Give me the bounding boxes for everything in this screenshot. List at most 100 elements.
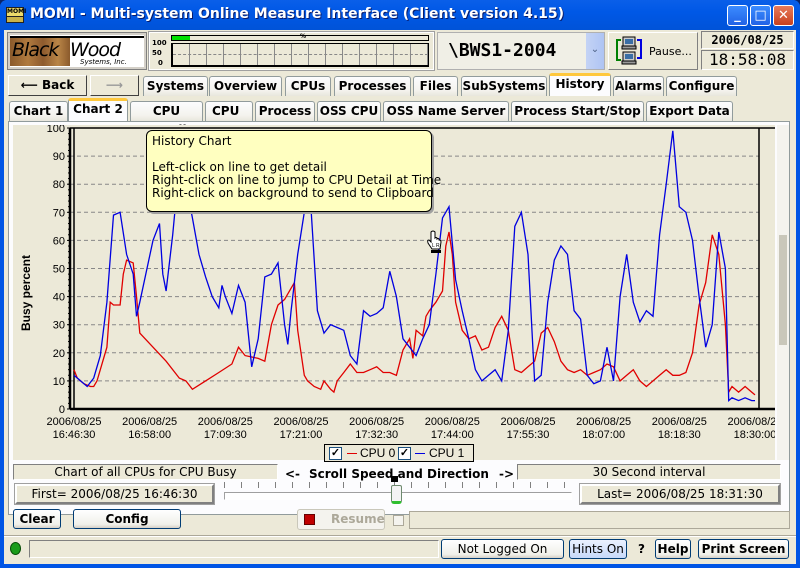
status-text [29, 540, 439, 558]
first-timestamp: First= 2006/08/25 16:46:30 [14, 483, 215, 505]
separator [4, 535, 796, 537]
chart-legend: ✓ CPU 0 ✓ CPU 1 [324, 444, 474, 462]
x-tick-time: 17:55:30 [507, 429, 550, 441]
mini-cpu-chart: % 100 50 0 [148, 31, 435, 71]
history-chart-tooltip: History Chart Left-click on line to get … [146, 130, 441, 212]
legend-label-cpu0: CPU 0 [360, 446, 396, 460]
y-tick-label: 60 [53, 235, 65, 247]
y-tick-label: 10 [53, 376, 65, 388]
maximize-button[interactable]: □ [750, 5, 771, 26]
svg-text:L R: L R [432, 243, 440, 249]
maximize-icon: □ [754, 8, 767, 23]
minimize-icon: _ [734, 8, 741, 23]
interval-display: 30 Second interval [517, 464, 781, 480]
resume-checkbox[interactable] [393, 515, 404, 526]
x-tick-time: 17:44:00 [431, 429, 474, 441]
window-title: MOMI - Multi-system Online Measure Inter… [30, 6, 565, 22]
subtab-process-start-stop[interactable]: Process Start/Stop [511, 101, 644, 121]
pause-label: Pause... [649, 45, 692, 58]
x-tick-date: 2006/08/25 [349, 416, 404, 428]
x-tick-time: 17:09:30 [204, 429, 247, 441]
pause-button[interactable]: Pause... [608, 32, 698, 70]
y-tick-label: 50 [53, 264, 65, 276]
tab-history[interactable]: History [549, 73, 611, 96]
mini-plot [171, 43, 429, 67]
forward-button[interactable]: ⟶ [90, 75, 139, 96]
legend-swatch-cpu1 [415, 453, 425, 454]
subtab-chart-2[interactable]: Chart 2 [68, 98, 128, 121]
login-button[interactable]: Not Logged On [441, 539, 564, 559]
minimize-button[interactable]: _ [727, 5, 748, 26]
config-button[interactable]: Config [73, 509, 181, 529]
subtab-cpu[interactable]: CPU [205, 101, 253, 121]
back-label: Back [42, 78, 75, 92]
mini-progress-fill [172, 36, 190, 40]
y-tick-label: 20 [53, 348, 65, 360]
tab-subsystems[interactable]: SubSystems [461, 76, 547, 96]
tab-files[interactable]: Files [413, 76, 458, 96]
slider-center-marker [391, 476, 398, 482]
legend-checkbox-cpu0[interactable]: ✓ [329, 447, 342, 460]
title-bar[interactable]: MOMI MOMI - Multi-system Online Measure … [0, 0, 800, 30]
legend-label-cpu1: CPU 1 [429, 446, 465, 460]
clear-button[interactable]: Clear [13, 509, 61, 529]
subtab-process[interactable]: Process [255, 101, 315, 121]
client-area: Black Wood Systems, Inc. % 100 50 0 \BWS… [4, 30, 796, 564]
x-tick-time: 17:21:00 [280, 429, 323, 441]
tab-overview[interactable]: Overview [209, 76, 282, 96]
mini-gridline [173, 54, 428, 55]
chart-description: Chart of all CPUs for CPU Busy [13, 464, 278, 480]
y-tick-label: 30 [53, 320, 65, 332]
x-tick-time: 16:46:30 [53, 429, 96, 441]
subtab-oss-cpu[interactable]: OSS CPU [317, 101, 381, 121]
subtab-chart-1[interactable]: Chart 1 [9, 101, 68, 121]
x-tick-time: 18:30:00 [734, 429, 775, 441]
subtab-export-data[interactable]: Export Data [646, 101, 733, 121]
scroll-speed-slider-thumb[interactable] [391, 485, 402, 504]
close-button[interactable]: ✕ [773, 5, 794, 26]
app-window: MOMI MOMI - Multi-system Online Measure … [0, 0, 800, 568]
resume-label: Resume [331, 512, 385, 526]
y-tick-label: 0 [59, 404, 65, 416]
scroll-speed-label: Scroll Speed and Direction [309, 467, 489, 481]
back-arrow-icon: ⟵ [20, 78, 38, 92]
blackwood-logo: Black Wood Systems, Inc. [7, 32, 147, 70]
tab-cpus[interactable]: CPUs [285, 76, 331, 96]
network-computers-icon [616, 36, 642, 65]
tab-configure[interactable]: Configure [666, 76, 737, 96]
y-tick-label: 70 [53, 207, 65, 219]
print-screen-button[interactable]: Print Screen [698, 539, 789, 559]
tooltip-line: Right-click on background to send to Cli… [152, 186, 434, 200]
chart-vertical-scrollbar[interactable] [777, 125, 789, 460]
help-question-icon[interactable]: ? [638, 542, 645, 556]
x-tick-date: 2006/08/25 [727, 416, 775, 428]
mini-ytick: 50 [152, 49, 162, 57]
system-select-value: \BWS1-2004 [448, 40, 557, 61]
chevron-down-icon[interactable]: ⌄ [586, 33, 604, 69]
hints-toggle[interactable]: Hints On [569, 539, 627, 559]
y-tick-label: 40 [53, 292, 65, 304]
subtab-cpu-detail[interactable]: CPU Detail [130, 101, 203, 137]
help-button[interactable]: Help [655, 539, 691, 559]
resume-button[interactable]: Resume [297, 509, 385, 530]
forward-arrow-icon: ⟶ [105, 78, 124, 92]
tab-alarms[interactable]: Alarms [613, 76, 664, 96]
back-button[interactable]: ⟵ Back [8, 75, 87, 96]
x-tick-time: 17:32:30 [355, 429, 398, 441]
current-time: 18:58:08 [701, 50, 794, 70]
x-tick-time: 18:18:30 [658, 429, 701, 441]
y-tick-label: 80 [53, 179, 65, 191]
current-date: 2006/08/25 [701, 31, 794, 49]
scrollbar-thumb[interactable] [779, 235, 787, 345]
tab-processes[interactable]: Processes [334, 76, 411, 96]
tab-systems[interactable]: Systems [143, 76, 208, 96]
legend-checkbox-cpu1[interactable]: ✓ [398, 447, 411, 460]
x-tick-date: 2006/08/25 [198, 416, 253, 428]
legend-swatch-cpu0 [347, 453, 357, 454]
subtab-oss-name-server[interactable]: OSS Name Server [383, 101, 509, 121]
x-tick-time: 18:07:00 [582, 429, 625, 441]
scroll-left-arrow: <- [285, 467, 301, 481]
system-select[interactable]: \BWS1-2004 ⌄ [437, 32, 605, 70]
x-tick-date: 2006/08/25 [652, 416, 707, 428]
hand-cursor-icon: L R [427, 230, 442, 253]
